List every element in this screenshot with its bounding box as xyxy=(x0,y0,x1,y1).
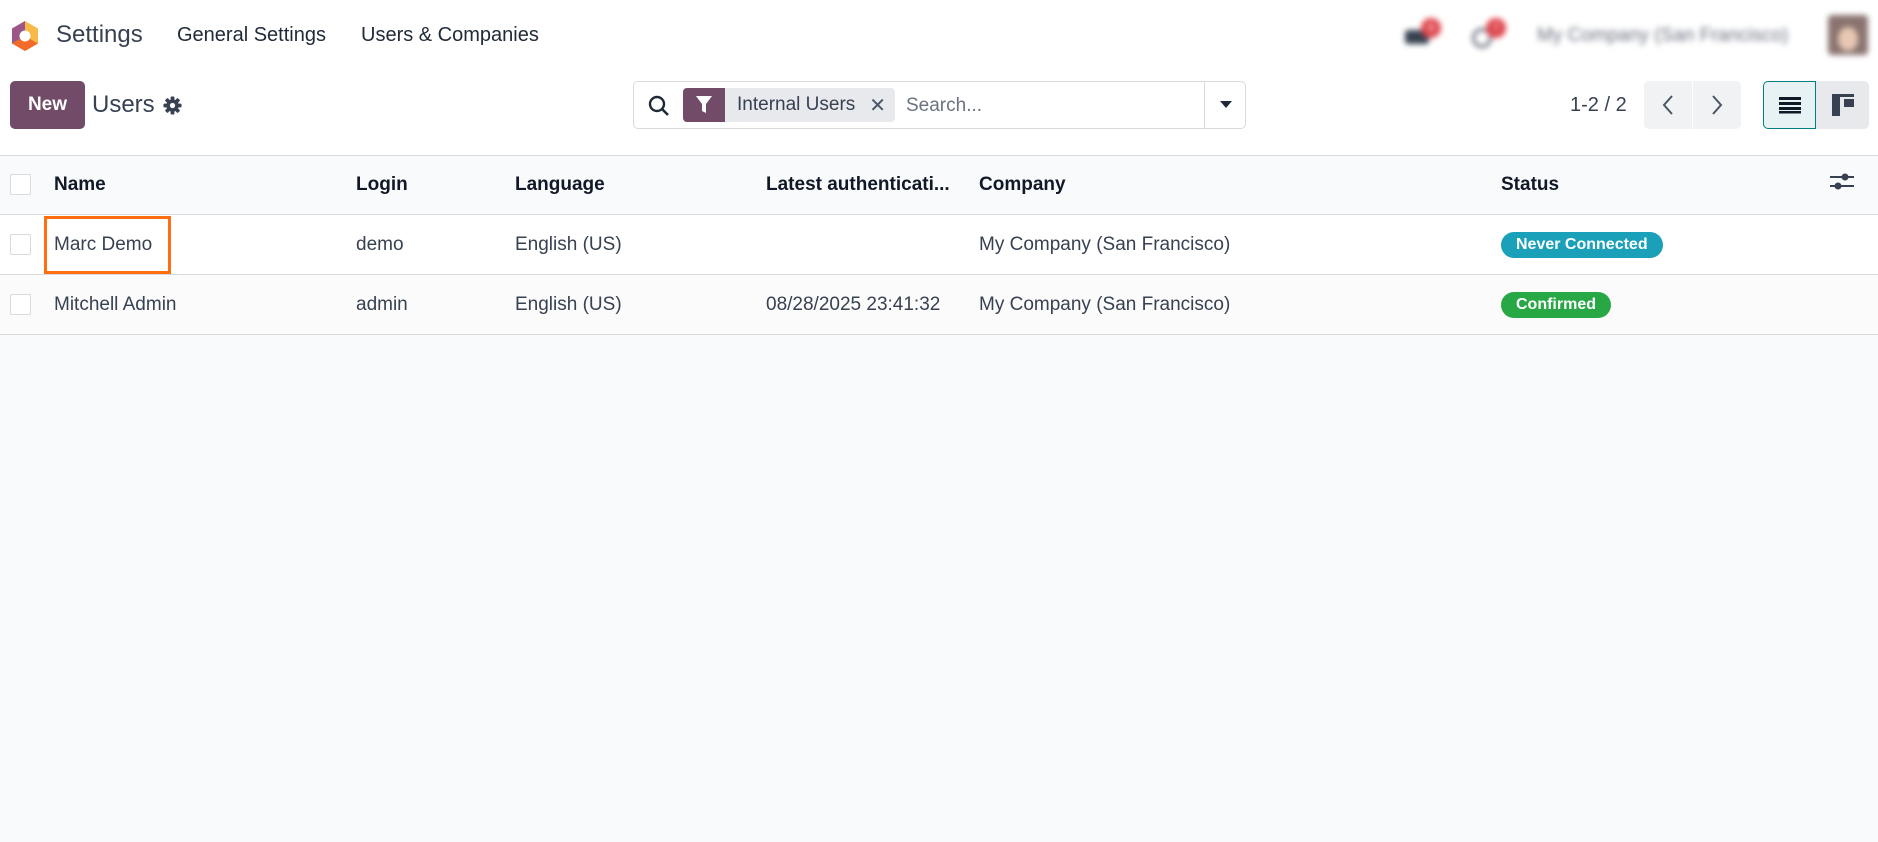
search-input[interactable] xyxy=(906,92,1196,120)
pager-previous-button[interactable] xyxy=(1644,81,1692,129)
kanban-view-button[interactable] xyxy=(1816,81,1869,129)
col-status[interactable]: Status xyxy=(1501,155,1830,215)
col-company[interactable]: Company xyxy=(979,155,1501,215)
kanban-icon xyxy=(1831,94,1854,116)
chevron-left-icon xyxy=(1662,95,1673,115)
status-badge: Never Connected xyxy=(1501,231,1663,258)
list-view-button[interactable] xyxy=(1763,81,1816,129)
cell-language: English (US) xyxy=(515,214,766,275)
remove-facet-icon[interactable]: ✕ xyxy=(869,93,886,118)
cell-latest-auth: 08/28/2025 23:41:32 xyxy=(766,274,979,335)
top-navbar: Settings General Settings Users & Compan… xyxy=(0,0,1878,72)
search-bar: Internal Users ✕ xyxy=(633,81,1246,129)
cell-company: My Company (San Francisco) xyxy=(979,214,1501,275)
gear-icon[interactable] xyxy=(163,96,182,115)
odoo-app-logo-icon[interactable] xyxy=(10,20,40,52)
pager-next-button[interactable] xyxy=(1693,81,1741,129)
list-icon xyxy=(1778,97,1801,114)
cell-name[interactable]: Mitchell Admin xyxy=(54,274,356,335)
cell-latest-auth xyxy=(766,214,979,275)
table-header: Name Login Language Latest authenticati.… xyxy=(0,155,1878,215)
table-row[interactable]: Marc Demo demo English (US) My Company (… xyxy=(0,214,1878,275)
row-checkbox[interactable] xyxy=(10,233,31,255)
page-title: Users xyxy=(92,91,155,118)
cell-login: admin xyxy=(356,274,515,335)
chevron-right-icon xyxy=(1712,95,1723,115)
user-avatar[interactable] xyxy=(1828,15,1868,55)
row-checkbox[interactable] xyxy=(10,293,31,315)
new-button[interactable]: New xyxy=(10,81,85,129)
search-icon[interactable] xyxy=(648,95,670,117)
activities-counter: 7 xyxy=(1486,18,1506,38)
col-name[interactable]: Name xyxy=(54,155,356,215)
users-table: Name Login Language Latest authenticati.… xyxy=(0,155,1878,335)
filter-icon xyxy=(683,88,725,122)
table-row[interactable]: Mitchell Admin admin English (US) 08/28/… xyxy=(0,274,1878,335)
optional-columns-icon[interactable] xyxy=(1830,172,1854,192)
activities-button[interactable]: 7 xyxy=(1472,18,1512,54)
caret-down-icon xyxy=(1219,101,1232,108)
cell-company: My Company (San Francisco) xyxy=(979,274,1501,335)
col-login[interactable]: Login xyxy=(356,155,515,215)
facet-label: Internal Users xyxy=(737,94,856,115)
company-switcher[interactable]: My Company (San Francisco) xyxy=(1537,25,1788,47)
app-name[interactable]: Settings xyxy=(56,21,143,49)
col-language[interactable]: Language xyxy=(515,155,766,215)
menu-users-companies[interactable]: Users & Companies xyxy=(361,24,539,47)
messages-button[interactable]: 9 xyxy=(1405,18,1445,54)
search-options-toggle[interactable] xyxy=(1204,82,1246,128)
pager-value[interactable]: 1-2 / 2 xyxy=(1570,94,1627,117)
avatar-face xyxy=(1838,27,1858,51)
menu-general-settings[interactable]: General Settings xyxy=(177,24,326,47)
status-badge: Confirmed xyxy=(1501,291,1611,318)
messages-counter: 9 xyxy=(1421,18,1441,38)
cell-name[interactable]: Marc Demo xyxy=(54,214,356,275)
select-all-checkbox[interactable] xyxy=(10,174,31,196)
col-latest-authentication[interactable]: Latest authenticati... xyxy=(766,155,979,215)
cell-language: English (US) xyxy=(515,274,766,335)
filter-facet: Internal Users ✕ xyxy=(683,88,895,122)
cell-login: demo xyxy=(356,214,515,275)
